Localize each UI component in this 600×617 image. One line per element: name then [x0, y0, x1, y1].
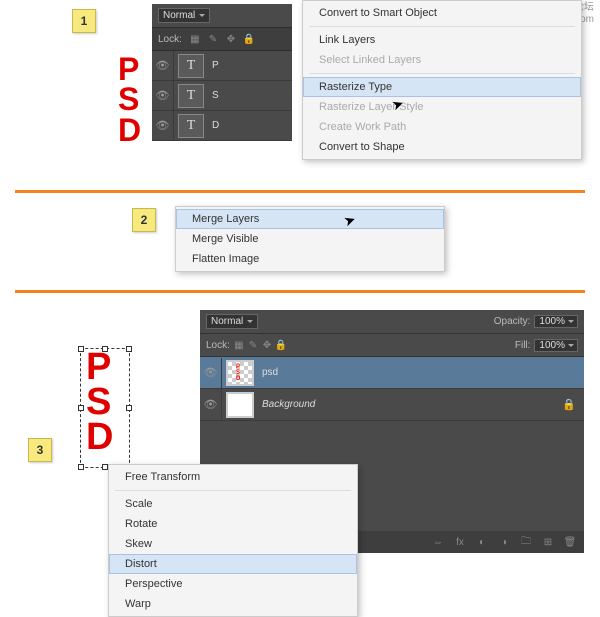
lock-move-icon[interactable]: ✥	[224, 32, 238, 46]
layer-row[interactable]: 👁 Background 🔒	[200, 389, 584, 421]
layer-row[interactable]: 👁 PSD psd	[200, 357, 584, 389]
fx-icon[interactable]: fx	[454, 537, 466, 548]
lock-transparency-icon[interactable]: ▦	[188, 32, 202, 46]
menu-separator	[115, 490, 351, 491]
menu-rotate[interactable]: Rotate	[109, 514, 357, 534]
blend-mode-select[interactable]: Normal	[206, 314, 258, 329]
menu-separator	[309, 73, 575, 74]
mask-icon[interactable]: ◐	[476, 537, 488, 548]
lock-icon: 🔒	[562, 398, 576, 411]
layer-thumbnail	[226, 392, 254, 418]
step-2-badge: 2	[132, 208, 156, 232]
transform-handle[interactable]	[126, 346, 132, 352]
menu-free-transform[interactable]: Free Transform	[109, 467, 357, 487]
trash-icon[interactable]: 🗑	[564, 537, 576, 548]
step-1-badge: 1	[72, 9, 96, 33]
menu-distort[interactable]: Distort	[109, 554, 357, 574]
menu-merge-visible[interactable]: Merge Visible	[176, 229, 444, 249]
blend-mode-select[interactable]: Normal	[158, 8, 210, 23]
visibility-icon[interactable]: 👁	[152, 111, 174, 141]
visibility-icon[interactable]: 👁	[200, 390, 222, 420]
layer-row[interactable]: 👁 T S	[152, 81, 292, 111]
layer-name: D	[208, 120, 219, 131]
lock-transparency-icon[interactable]: ▦	[232, 338, 246, 352]
context-menu-3: Free Transform Scale Rotate Skew Distort…	[108, 464, 358, 617]
psd-side-label: P S D	[118, 54, 141, 145]
menu-scale[interactable]: Scale	[109, 494, 357, 514]
layer-name: S	[208, 90, 219, 101]
layer-name: Background	[258, 399, 315, 410]
menu-convert-to-shape[interactable]: Convert to Shape	[303, 137, 581, 157]
menu-rasterize-layer-style: Rasterize Layer Style	[303, 97, 581, 117]
menu-flatten-image[interactable]: Flatten Image	[176, 249, 444, 269]
layer-name: psd	[258, 367, 278, 378]
panel-top-row: Normal Opacity: 100%	[200, 310, 584, 334]
layer-row[interactable]: 👁 T D	[152, 111, 292, 141]
type-layer-thumb: T	[178, 54, 204, 78]
lock-label: Lock:	[158, 34, 182, 45]
menu-convert-smart-object[interactable]: Convert to Smart Object	[303, 3, 581, 23]
panel-header: Normal	[152, 4, 292, 28]
menu-merge-layers[interactable]: Merge Layers	[176, 209, 444, 229]
menu-separator	[309, 26, 575, 27]
transform-handle[interactable]	[126, 405, 132, 411]
section-divider	[15, 190, 585, 193]
lock-brush-icon[interactable]: ✎	[246, 338, 260, 352]
link-layers-icon[interactable]: ⇔	[432, 537, 444, 548]
fill-value[interactable]: 100%	[534, 339, 578, 352]
lock-label: Lock:	[206, 340, 230, 351]
opacity-value[interactable]: 100%	[534, 315, 578, 328]
transform-handle[interactable]	[78, 346, 84, 352]
section-divider	[15, 290, 585, 293]
lock-row: Lock: ▦ ✎ ✥ 🔒	[152, 28, 292, 51]
lock-all-icon[interactable]: 🔒	[274, 338, 288, 352]
step-3-badge: 3	[28, 438, 52, 462]
menu-select-linked-layers: Select Linked Layers	[303, 50, 581, 70]
visibility-icon[interactable]: 👁	[200, 358, 222, 388]
lock-brush-icon[interactable]: ✎	[206, 32, 220, 46]
lock-move-icon[interactable]: ✥	[260, 338, 274, 352]
type-layer-thumb: T	[178, 84, 204, 108]
transform-handle[interactable]	[78, 405, 84, 411]
layer-row[interactable]: 👁 T P	[152, 51, 292, 81]
type-layer-thumb: T	[178, 114, 204, 138]
folder-icon[interactable]: 🗀	[520, 534, 532, 551]
lock-all-icon[interactable]: 🔒	[242, 32, 256, 46]
menu-perspective[interactable]: Perspective	[109, 574, 357, 594]
context-menu-2: Merge Layers Merge Visible Flatten Image	[175, 206, 445, 272]
layers-panel-1: Normal Lock: ▦ ✎ ✥ 🔒 👁 T P 👁 T S 👁 T D	[152, 4, 292, 141]
layer-thumbnail: PSD	[226, 360, 254, 386]
visibility-icon[interactable]: 👁	[152, 51, 174, 81]
transform-handle[interactable]	[78, 464, 84, 470]
adjustment-icon[interactable]: ◑	[498, 537, 510, 548]
menu-rasterize-type[interactable]: Rasterize Type	[303, 77, 581, 97]
opacity-label: Opacity:	[494, 316, 531, 327]
panel-lock-row: Lock: ▦ ✎ ✥ 🔒 Fill: 100%	[200, 334, 584, 357]
menu-create-work-path: Create Work Path	[303, 117, 581, 137]
menu-skew[interactable]: Skew	[109, 534, 357, 554]
context-menu-1: Convert to Smart Object Link Layers Sele…	[302, 0, 582, 160]
menu-warp[interactable]: Warp	[109, 594, 357, 614]
psd-canvas-text: P S D	[86, 350, 113, 455]
menu-link-layers[interactable]: Link Layers	[303, 30, 581, 50]
layer-name: P	[208, 60, 219, 71]
new-layer-icon[interactable]: ⊞	[542, 537, 554, 548]
fill-label: Fill:	[515, 340, 531, 351]
visibility-icon[interactable]: 👁	[152, 81, 174, 111]
